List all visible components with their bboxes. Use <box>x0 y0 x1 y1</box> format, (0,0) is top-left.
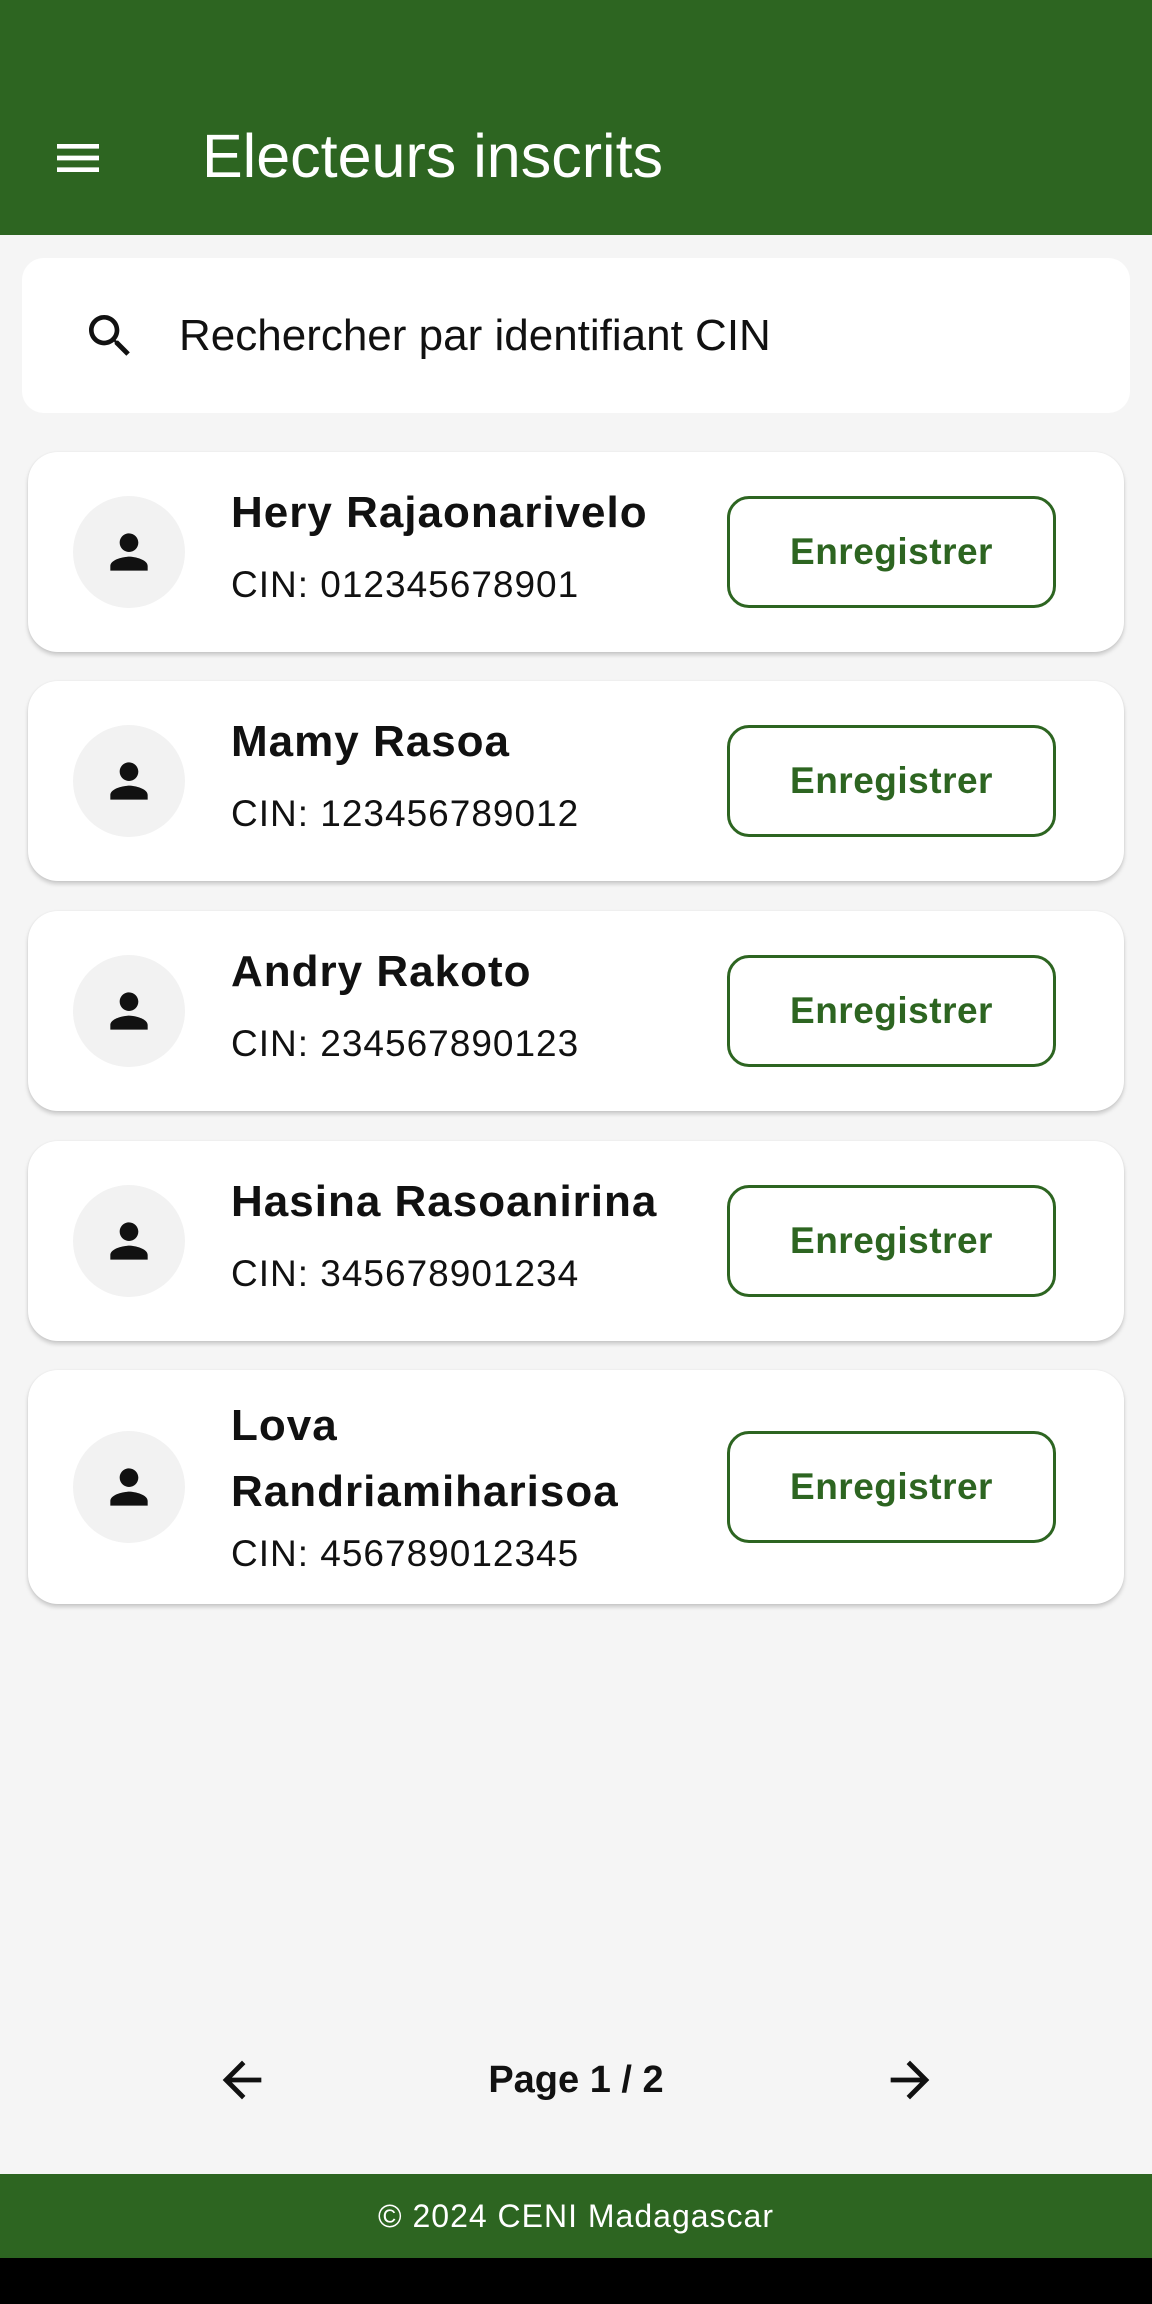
person-icon <box>110 992 148 1030</box>
arrow-left-icon <box>222 2060 262 2100</box>
voter-name: Mamy Rasoa <box>231 717 511 766</box>
menu-button[interactable] <box>40 120 116 196</box>
person-icon <box>110 1468 148 1506</box>
voter-name: Hasina Rasoanirina <box>231 1177 658 1226</box>
register-button[interactable]: Enregistrer <box>727 496 1056 608</box>
register-button[interactable]: Enregistrer <box>727 725 1056 837</box>
search-bar <box>22 258 1130 413</box>
footer: © 2024 CENI Madagascar <box>0 2174 1152 2258</box>
avatar <box>73 1431 185 1543</box>
footer-text: © 2024 CENI Madagascar <box>378 2197 774 2234</box>
next-page-button[interactable] <box>870 2050 950 2110</box>
avatar <box>73 496 185 608</box>
voter-name: Andry Rakoto <box>231 947 532 996</box>
system-navigation-bar <box>0 2258 1152 2304</box>
voter-name: Hery Rajaonarivelo <box>231 488 648 537</box>
arrow-right-icon <box>890 2060 930 2100</box>
voter-card: Mamy Rasoa CIN: 123456789012 Enregistrer <box>28 681 1124 881</box>
voter-card: Hasina Rasoanirina CIN: 345678901234 Enr… <box>28 1141 1124 1341</box>
voter-card: Lova Randriamiharisoa CIN: 456789012345 … <box>28 1370 1124 1604</box>
voter-name: Lova Randriamiharisoa <box>231 1401 619 1516</box>
voter-cin: CIN: 234567890123 <box>231 1023 580 1064</box>
avatar <box>73 1185 185 1297</box>
search-icon <box>89 315 130 356</box>
person-icon <box>110 1222 148 1260</box>
voter-cin: CIN: 345678901234 <box>231 1253 580 1294</box>
voter-cin: CIN: 123456789012 <box>231 793 580 834</box>
register-button[interactable]: Enregistrer <box>727 955 1056 1067</box>
menu-icon <box>57 144 99 172</box>
search-input[interactable] <box>179 288 1079 383</box>
register-button[interactable]: Enregistrer <box>727 1185 1056 1297</box>
voter-card: Andry Rakoto CIN: 234567890123 Enregistr… <box>28 911 1124 1111</box>
voter-cin: CIN: 456789012345 <box>231 1533 580 1574</box>
person-icon <box>110 762 148 800</box>
register-button[interactable]: Enregistrer <box>727 1431 1056 1543</box>
person-icon <box>110 533 148 571</box>
app-bar: Electeurs inscrits <box>0 0 1152 235</box>
previous-page-button[interactable] <box>202 2050 282 2110</box>
avatar <box>73 725 185 837</box>
avatar <box>73 955 185 1067</box>
voter-cin: CIN: 012345678901 <box>231 564 580 605</box>
voter-card: Hery Rajaonarivelo CIN: 012345678901 Enr… <box>28 452 1124 652</box>
page-title: Electeurs inscrits <box>202 122 664 190</box>
page-indicator: Page 1 / 2 <box>488 2059 664 2101</box>
